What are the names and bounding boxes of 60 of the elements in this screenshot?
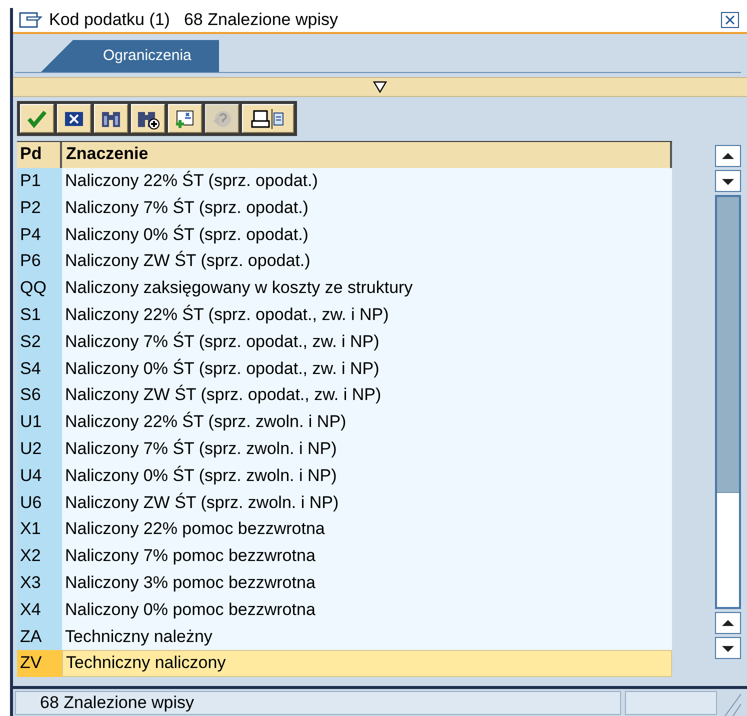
table-cell: Naliczony 3% pomoc bezzwrotna	[62, 570, 672, 597]
page-up-button[interactable]	[715, 612, 741, 634]
table-cell: Naliczony ZW ŚT (sprz. zwoln. i NP)	[62, 490, 672, 516]
table-cell: X2	[17, 543, 62, 570]
table-cell: Techniczny należny	[62, 624, 672, 650]
table-cell: X3	[17, 570, 62, 597]
table-cell: X4	[17, 596, 62, 624]
table-cell: Techniczny naliczony	[62, 650, 672, 678]
find-button[interactable]	[94, 104, 128, 133]
table-cell: Naliczony 22% pomoc bezzwrotna	[62, 516, 672, 544]
check-button[interactable]	[20, 104, 54, 133]
table-cell: QQ	[17, 275, 62, 302]
table-cell: Naliczony 22% ŚT (sprz. zwoln. i NP)	[62, 409, 672, 436]
column-header[interactable]: Pd	[17, 142, 62, 168]
table-cell: U2	[17, 436, 62, 463]
table-cell: Naliczony ZW ŚT (sprz. opodat., zw. i NP)	[62, 382, 672, 410]
window-icon	[19, 11, 43, 29]
table-cell: Naliczony 0% ŚT (sprz. zwoln. i NP)	[62, 462, 672, 490]
print-button[interactable]	[242, 104, 294, 133]
table-cell: Naliczony 22% ŚT (sprz. opodat.)	[62, 168, 672, 195]
table-cell: Naliczony 22% ŚT (sprz. opodat., zw. i NP)	[62, 302, 672, 329]
window-subtitle: 68 Znalezione wpisy	[184, 10, 338, 30]
table-cell: P6	[17, 248, 62, 276]
table-cell: Naliczony 0% ŚT (sprz. opodat.)	[62, 222, 672, 248]
insert-button[interactable]	[168, 104, 202, 133]
table-cell: S6	[17, 382, 62, 410]
scroll-thumb[interactable]	[717, 197, 739, 494]
find-next-button[interactable]	[131, 104, 165, 133]
table-cell: P1	[17, 168, 62, 195]
cancel-button[interactable]	[57, 104, 91, 133]
page-down-button[interactable]	[715, 637, 741, 659]
table-cell: ZV	[17, 650, 62, 678]
table-cell: X1	[17, 516, 62, 544]
table-cell: ZA	[17, 624, 62, 650]
table-cell: P4	[17, 222, 62, 248]
status-text: 68 Znalezione wpisy	[15, 690, 621, 714]
table-cell: P2	[17, 194, 62, 222]
print-icon	[251, 106, 285, 130]
table-cell: Naliczony 0% ŚT (sprz. opodat., zw. i NP)	[62, 356, 672, 382]
tab[interactable]: Ograniczenia	[41, 40, 220, 72]
scroll-track[interactable]	[715, 195, 741, 609]
window-title: Kod podatku (1)	[49, 10, 170, 30]
column-header[interactable]: Znaczenie	[62, 142, 672, 168]
table-cell: Naliczony ZW ŚT (sprz. opodat.)	[62, 248, 672, 276]
table-cell: Naliczony 7% ŚT (sprz. opodat.)	[62, 194, 672, 222]
table-cell: Naliczony zaksięgowany w koszty ze struktury	[62, 275, 672, 302]
table-cell: Naliczony 7% ŚT (sprz. zwoln. i NP)	[62, 436, 672, 463]
table-cell: U4	[17, 462, 62, 490]
table-cell: S4	[17, 356, 62, 382]
table-cell: Naliczony 7% pomoc bezzwrotna	[62, 543, 672, 570]
table-cell: U6	[17, 490, 62, 516]
table-cell: S1	[17, 302, 62, 329]
table-cell: S2	[17, 328, 62, 356]
table-cell: Naliczony 0% pomoc bezzwrotna	[62, 596, 672, 624]
close-icon[interactable]	[721, 12, 739, 28]
scroll-down-button[interactable]	[715, 170, 741, 192]
collapse-icon[interactable]	[373, 81, 387, 93]
table-cell: Naliczony 7% ŚT (sprz. opodat., zw. i NP)	[62, 328, 672, 356]
table-cell: U1	[17, 409, 62, 436]
scroll-up-button[interactable]	[715, 145, 741, 167]
